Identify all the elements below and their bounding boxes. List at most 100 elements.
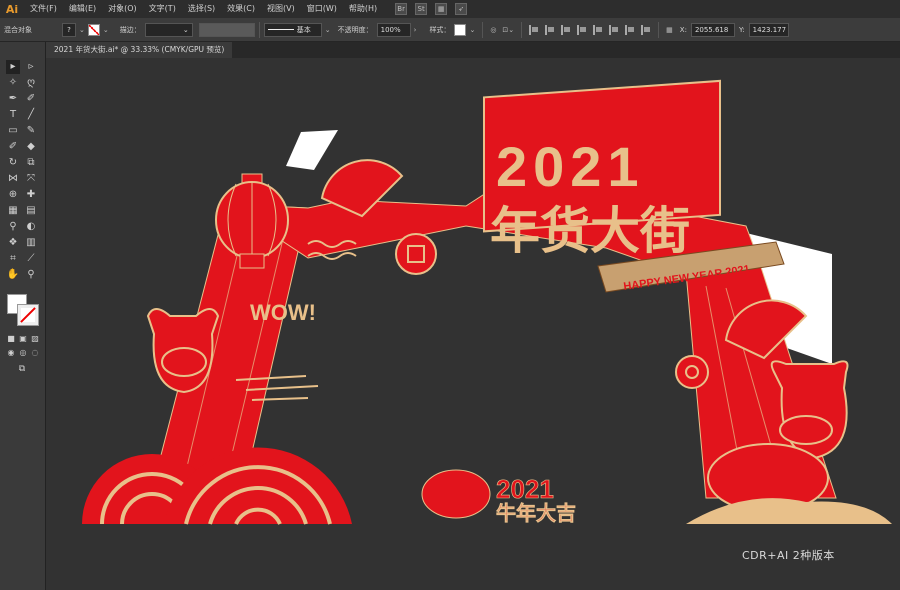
opacity-label: 不透明度： bbox=[337, 25, 373, 34]
curvature-tool-icon[interactable]: ✐ bbox=[24, 92, 38, 106]
stock-icon[interactable]: St bbox=[415, 3, 428, 15]
control-bar: 混合对象 ? ⌄ ⌄ 描边： ⌄ 基本 ⌄ 不透明度： 100% › 样式： ⌄… bbox=[0, 18, 900, 42]
variable-width-profile[interactable] bbox=[198, 22, 255, 37]
badge: 2021 牛年大吉 bbox=[421, 469, 576, 525]
divider bbox=[482, 21, 484, 38]
brush-dropdown-icon[interactable]: ⌄ bbox=[322, 26, 334, 34]
wow-text: WOW! bbox=[250, 300, 316, 325]
shape-builder-tool-icon[interactable]: ⊕ bbox=[6, 188, 20, 202]
menu-help[interactable]: 帮助(H) bbox=[343, 0, 383, 18]
x-input[interactable]: 2055.618 bbox=[690, 22, 735, 37]
menu-select[interactable]: 选择(S) bbox=[182, 0, 221, 18]
direct-selection-tool-icon[interactable]: ▹ bbox=[24, 60, 38, 74]
menu-view[interactable]: 视图(V) bbox=[261, 0, 301, 18]
paintbrush-tool-icon[interactable]: ✎ bbox=[24, 124, 38, 138]
align-left-icon[interactable] bbox=[529, 24, 539, 35]
rectangle-tool-icon[interactable]: ▭ bbox=[6, 124, 20, 138]
white-panel-left bbox=[286, 130, 338, 170]
fill-stroke-control[interactable] bbox=[7, 294, 39, 326]
opacity-input[interactable]: 100% bbox=[376, 22, 411, 37]
zoom-tool-icon[interactable]: ⚲ bbox=[24, 268, 38, 282]
artwork[interactable]: WOW! 2021 年货大街 HAPPY NEW YEAR 2021 2021 … bbox=[46, 58, 900, 590]
menu-type[interactable]: 文字(T) bbox=[143, 0, 182, 18]
illustrator-window: Ai 文件(F) 编辑(E) 对象(O) 文字(T) 选择(S) 效果(C) 视… bbox=[0, 0, 900, 590]
x-label: X: bbox=[679, 25, 687, 34]
coin bbox=[395, 233, 437, 275]
menu-effect[interactable]: 效果(C) bbox=[221, 0, 261, 18]
recolor-icon[interactable]: ◎ bbox=[487, 26, 499, 34]
eraser-tool-icon[interactable]: ◆ bbox=[24, 140, 38, 154]
align-top-icon[interactable] bbox=[577, 24, 587, 35]
none-mode-icon[interactable]: ▨ bbox=[28, 332, 42, 346]
hand-tool-icon[interactable]: ✋ bbox=[6, 268, 20, 282]
divider bbox=[658, 21, 660, 38]
bridge-icon[interactable]: Br bbox=[395, 3, 408, 15]
selection-label: 混合对象 bbox=[4, 25, 32, 34]
stroke-color-swatch[interactable] bbox=[87, 23, 100, 36]
blend-tool-icon[interactable]: ◐ bbox=[24, 220, 38, 234]
y-input[interactable]: 1423.177 bbox=[748, 22, 789, 37]
divider bbox=[258, 21, 260, 38]
symbol-sprayer-tool-icon[interactable]: ❖ bbox=[6, 236, 20, 250]
draw-inside-icon[interactable]: ◌ bbox=[28, 346, 42, 360]
canvas[interactable]: WOW! 2021 年货大街 HAPPY NEW YEAR 2021 2021 … bbox=[46, 58, 900, 590]
free-transform-tool-icon[interactable]: ⤧ bbox=[24, 172, 38, 186]
distribute-vertical-icon[interactable] bbox=[625, 24, 635, 35]
lasso-tool-icon[interactable]: ღ bbox=[24, 76, 38, 90]
stroke-weight-input[interactable]: ⌄ bbox=[144, 22, 193, 37]
badge-text: 牛年大吉 bbox=[496, 501, 576, 525]
title-year: 2021 bbox=[496, 135, 645, 198]
screen-mode-icon[interactable]: ⧉ bbox=[15, 362, 29, 376]
slice-tool-icon[interactable]: ⟋ bbox=[24, 252, 38, 266]
gradient-tool-icon[interactable]: ▤ bbox=[24, 204, 38, 218]
align-middle-icon[interactable] bbox=[593, 24, 603, 35]
brush-definition[interactable]: 基本 bbox=[263, 22, 322, 37]
menu-edit[interactable]: 编辑(E) bbox=[63, 0, 102, 18]
column-graph-tool-icon[interactable]: ▥ bbox=[24, 236, 38, 250]
menu-object[interactable]: 对象(O) bbox=[102, 0, 143, 18]
magic-wand-tool-icon[interactable]: ✧ bbox=[6, 76, 20, 90]
workspace-icon[interactable]: ▦ bbox=[435, 3, 448, 15]
rotate-tool-icon[interactable]: ↻ bbox=[6, 156, 20, 170]
fill-dropdown-icon[interactable]: ⌄ bbox=[76, 26, 88, 34]
y-label: Y: bbox=[738, 25, 745, 34]
stroke-swatch[interactable] bbox=[17, 304, 39, 326]
reference-point-icon[interactable]: ▦ bbox=[663, 26, 676, 34]
eyedropper-tool-icon[interactable]: ⚲ bbox=[6, 220, 20, 234]
shaper-tool-icon[interactable]: ✐ bbox=[6, 140, 20, 154]
selection-tool-icon[interactable]: ▸ bbox=[6, 60, 20, 74]
tools-panel: ▸ ▹ ✧ ღ ✒ ✐ T ╱ ▭ ✎ ✐ ◆ ↻ ⧉ ⋈ ⤧ ⊕ ✚ ▦ ▤ … bbox=[0, 42, 46, 590]
style-dropdown-icon[interactable]: ⌄ bbox=[466, 26, 478, 34]
width-tool-icon[interactable]: ⋈ bbox=[6, 172, 20, 186]
opacity-dropdown-icon[interactable]: › bbox=[411, 26, 420, 34]
perspective-grid-tool-icon[interactable]: ▦ bbox=[6, 204, 20, 218]
version-caption: CDR+AI 2种版本 bbox=[742, 549, 835, 562]
brush-line-icon bbox=[267, 29, 294, 30]
align-to-icon[interactable]: ⊡⌄ bbox=[499, 26, 517, 34]
align-right-icon[interactable] bbox=[561, 24, 571, 35]
artboard-tool-icon[interactable]: ⌗ bbox=[6, 252, 20, 266]
pen-tool-icon[interactable]: ✒ bbox=[6, 92, 20, 106]
fill-value[interactable]: ? bbox=[62, 22, 76, 37]
document-tab-bar: 2021 年货大街.ai* @ 33.33% (CMYK/GPU 预览) bbox=[46, 42, 900, 58]
document-tab[interactable]: 2021 年货大街.ai* @ 33.33% (CMYK/GPU 预览) bbox=[46, 42, 233, 58]
app-logo: Ai bbox=[5, 2, 19, 16]
align-center-icon[interactable] bbox=[545, 24, 555, 35]
scale-tool-icon[interactable]: ⧉ bbox=[24, 156, 38, 170]
divider bbox=[521, 21, 523, 38]
title-text: 年货大街 bbox=[490, 202, 690, 260]
line-tool-icon[interactable]: ╱ bbox=[24, 108, 38, 122]
flower bbox=[675, 355, 709, 389]
type-tool-icon[interactable]: T bbox=[6, 108, 20, 122]
stroke-dropdown-icon[interactable]: ⌄ bbox=[100, 26, 112, 34]
graphic-style-swatch[interactable] bbox=[454, 23, 467, 36]
gpu-performance-icon[interactable]: ➶ bbox=[455, 3, 468, 15]
stroke-style: 基本 bbox=[296, 25, 311, 34]
badge-year: 2021 bbox=[496, 474, 554, 504]
menu-window[interactable]: 窗口(W) bbox=[301, 0, 343, 18]
menu-file[interactable]: 文件(F) bbox=[24, 0, 63, 18]
menu-bar: Ai 文件(F) 编辑(E) 对象(O) 文字(T) 选择(S) 效果(C) 视… bbox=[0, 0, 900, 18]
align-bottom-icon[interactable] bbox=[609, 24, 619, 35]
distribute-horizontal-icon[interactable] bbox=[641, 24, 651, 35]
live-paint-tool-icon[interactable]: ✚ bbox=[24, 188, 38, 202]
